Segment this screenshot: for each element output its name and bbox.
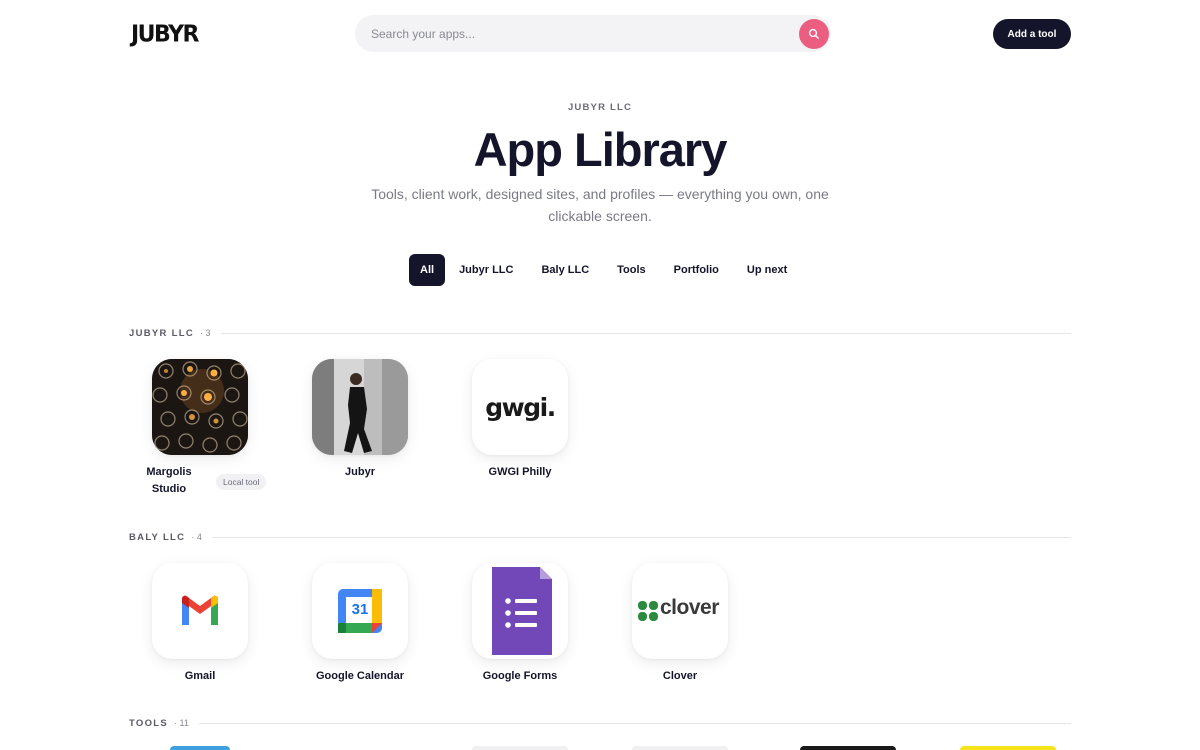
page-title: App Library xyxy=(473,123,728,176)
app-tile-margolis-studio[interactable] xyxy=(152,359,248,455)
search-input[interactable] xyxy=(371,15,791,52)
search-button[interactable] xyxy=(799,19,829,49)
google-forms-icon xyxy=(492,567,552,655)
gwgi-logo: gwgi. xyxy=(485,392,556,422)
section-title: TOOLS xyxy=(129,717,169,729)
section-header-jubyr-llc: JUBYR LLC · 3 xyxy=(129,326,1071,340)
app-tile-gwgi-philly[interactable]: gwgi. xyxy=(472,359,568,455)
filter-up-next[interactable]: Up next xyxy=(733,254,801,286)
app-tile-peek[interactable] xyxy=(472,746,568,750)
app-label-google-calendar: Google Calendar xyxy=(315,670,405,682)
clover-leaf-icon xyxy=(638,601,658,621)
gmail-icon xyxy=(182,595,218,625)
app-label-gwgi-philly: GWGI Philly xyxy=(488,466,552,478)
filter-all[interactable]: All xyxy=(409,254,446,286)
app-label-google-forms: Google Forms xyxy=(482,670,558,682)
section-divider xyxy=(211,536,1071,538)
app-tile-jubyr[interactable] xyxy=(312,359,408,455)
search-icon xyxy=(808,28,819,39)
section-divider xyxy=(220,332,1071,334)
app-tile-peek[interactable] xyxy=(800,746,896,750)
section-title: BALY LLC xyxy=(129,531,186,543)
clover-wordmark: clover xyxy=(660,596,719,619)
section-title: JUBYR LLC xyxy=(129,327,195,339)
app-tile-google-calendar[interactable]: 31 xyxy=(312,563,408,659)
filter-baly-llc[interactable]: Baly LLC xyxy=(527,254,603,286)
filter-jubyr-llc[interactable]: Jubyr LLC xyxy=(445,254,527,286)
filter-portfolio[interactable]: Portfolio xyxy=(660,254,733,286)
app-tile-google-forms[interactable] xyxy=(472,563,568,659)
app-label-jubyr: Jubyr xyxy=(345,466,375,478)
app-tile-peek[interactable] xyxy=(960,746,1056,750)
section-divider xyxy=(198,722,1071,724)
app-label-clover: Clover xyxy=(662,670,698,682)
margolis-studio-image xyxy=(152,359,248,455)
section-header-baly-llc: BALY LLC · 4 xyxy=(129,530,1071,544)
top-bar: JUBYR Add a tool xyxy=(0,0,1200,68)
search-bar[interactable] xyxy=(355,15,831,52)
filter-tools[interactable]: Tools xyxy=(603,254,660,286)
app-tile-peek[interactable] xyxy=(152,746,248,750)
app-label-gmail: Gmail xyxy=(184,670,216,682)
app-tile-clover[interactable]: clover xyxy=(632,563,728,659)
add-tool-button[interactable]: Add a tool xyxy=(993,19,1071,49)
local-tool-badge: Local tool xyxy=(216,474,267,490)
calendar-date: 31 xyxy=(351,601,369,618)
section-count: · 3 xyxy=(200,328,211,338)
section-count: · 4 xyxy=(191,532,202,542)
jubyr-portrait-image xyxy=(312,359,408,455)
section-header-tools: TOOLS · 11 xyxy=(129,716,1071,730)
app-tile-gmail[interactable] xyxy=(152,563,248,659)
page-eyebrow: JUBYR LLC xyxy=(567,102,633,113)
jubyr-logo[interactable]: JUBYR xyxy=(131,21,200,47)
page-subtitle: Tools, client work, designed sites, and … xyxy=(371,186,829,224)
section-count: · 11 xyxy=(174,718,189,728)
app-tile-peek[interactable] xyxy=(632,746,728,750)
